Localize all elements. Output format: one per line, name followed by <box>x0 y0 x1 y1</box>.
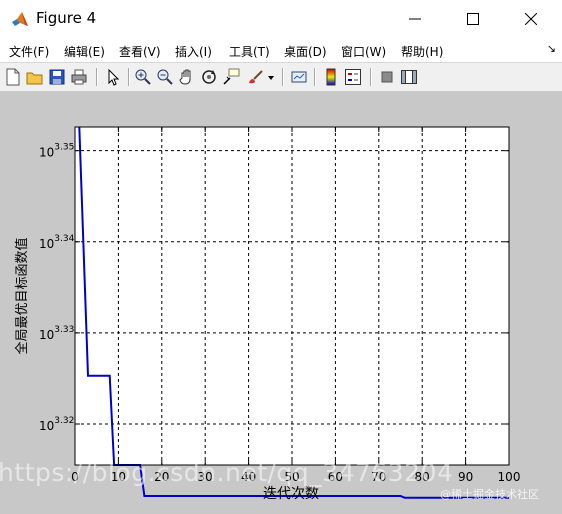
close-button[interactable] <box>508 0 554 38</box>
print-icon[interactable] <box>70 68 88 86</box>
open-file-icon[interactable] <box>26 68 44 86</box>
brush-icon[interactable] <box>246 68 264 86</box>
data-cursor-icon[interactable] <box>222 68 240 86</box>
plot-svg: 0 10 20 30 40 50 60 70 80 90 100 103.32103.33103.3… <box>14 126 521 502</box>
y-tick-label: 103.35 <box>39 143 74 160</box>
menu-edit[interactable]: 编辑(E) <box>64 43 105 60</box>
toolbar-separator <box>96 68 98 86</box>
y-tick-label: 103.34 <box>39 234 75 251</box>
menu-tools[interactable]: 工具(T) <box>229 43 270 60</box>
save-icon[interactable] <box>48 68 66 86</box>
title-bar: Figure 4 <box>0 0 562 39</box>
window-title: Figure 4 <box>36 9 97 27</box>
y-axis-label: 全局最优目标函数值 <box>14 237 30 354</box>
figure-canvas: 0 10 20 30 40 50 60 70 80 90 100 103.32 103.33 103.3… <box>0 91 562 514</box>
maximize-button[interactable] <box>450 0 496 38</box>
show-plot-tools-icon[interactable] <box>400 68 418 86</box>
y-tick-label: 103.33 <box>39 325 74 342</box>
watermark-url: https://blog.csdn.net/qq_34763204 <box>0 458 454 487</box>
x-axis-label: 迭代次数 <box>263 486 319 502</box>
legend-icon[interactable] <box>344 68 362 86</box>
pan-icon[interactable] <box>178 68 196 86</box>
matlab-logo-icon <box>12 12 28 26</box>
brush-dropdown-icon[interactable] <box>266 68 276 86</box>
new-figure-icon[interactable] <box>4 68 22 86</box>
figure-toolbar <box>0 62 562 92</box>
menu-view[interactable]: 查看(V) <box>119 43 161 60</box>
menu-help[interactable]: 帮助(H) <box>401 43 443 60</box>
x-tick-label: 90 <box>458 470 473 484</box>
minimize-button[interactable] <box>392 0 438 38</box>
dock-arrow-icon[interactable]: ↘ <box>547 42 556 55</box>
toolbar-separator <box>370 68 372 86</box>
maximize-icon <box>467 13 479 25</box>
menu-file[interactable]: 文件(F) <box>9 43 49 60</box>
zoom-out-icon[interactable] <box>156 68 174 86</box>
x-tick-label: 100 <box>498 470 521 484</box>
menu-bar: 文件(F) 编辑(E) 查看(V) 插入(I) 工具(T) 桌面(D) 窗口(W… <box>0 38 562 62</box>
zoom-in-icon[interactable] <box>134 68 152 86</box>
y-tick-labels: 103.32 103.33 103.34 103.35 <box>39 143 75 433</box>
toolbar-separator <box>314 68 316 86</box>
toolbar-separator <box>128 68 130 86</box>
minimize-icon <box>409 18 421 20</box>
menu-window[interactable]: 窗口(W) <box>341 43 386 60</box>
menu-desktop[interactable]: 桌面(D) <box>284 43 327 60</box>
close-icon <box>525 13 537 25</box>
rotate-3d-icon[interactable] <box>200 68 218 86</box>
toolbar-separator <box>282 68 284 86</box>
pointer-icon[interactable] <box>104 68 122 86</box>
watermark-site: @稀土掘金技术社区 <box>440 488 539 501</box>
colorbar-icon[interactable] <box>322 68 340 86</box>
link-plot-icon[interactable] <box>290 68 308 86</box>
hide-plot-tools-icon[interactable] <box>378 68 396 86</box>
menu-insert[interactable]: 插入(I) <box>175 43 212 60</box>
y-tick-label: 103.32 <box>39 416 74 433</box>
